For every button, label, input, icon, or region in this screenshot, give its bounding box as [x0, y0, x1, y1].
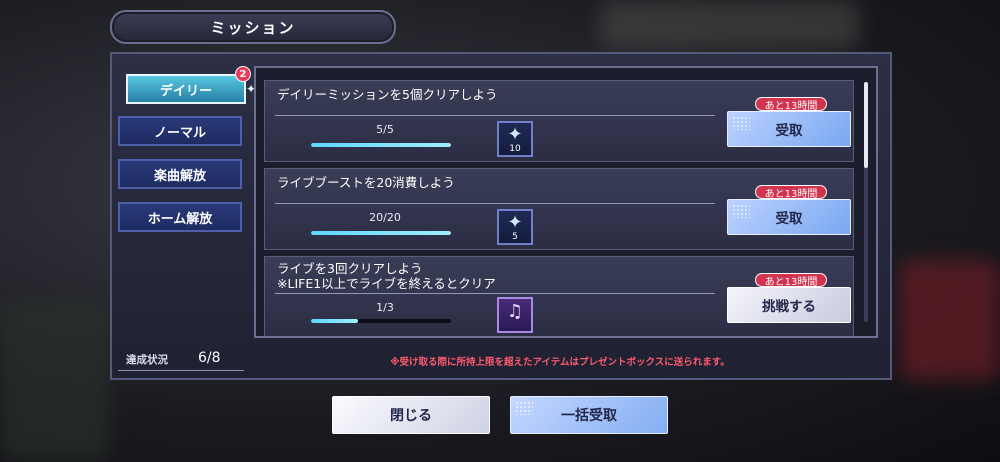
progress-bar — [311, 231, 451, 235]
achievement-status: 達成状況 6/8 — [118, 350, 244, 371]
scrollbar-thumb[interactable] — [864, 82, 868, 168]
decoration — [732, 204, 750, 218]
music-note-icon: ♫ — [506, 301, 524, 322]
time-remaining-badge: あと13時間 — [755, 273, 827, 288]
status-value: 6/8 — [198, 350, 221, 366]
divider — [275, 293, 715, 294]
mission-title: ライブを3回クリアしよう ※LIFE1以上でライブを終えるとクリア — [277, 261, 496, 291]
tab-daily-label: デイリー — [159, 83, 212, 99]
tab-song-unlock-label: 楽曲解放 — [153, 168, 206, 184]
tab-normal-label: ノーマル — [153, 125, 206, 141]
progress-text: 1/3 — [376, 301, 394, 314]
tab-home-unlock-label: ホーム解放 — [147, 211, 213, 227]
notification-badge: 2 — [235, 66, 251, 82]
progress-bar-fill — [311, 231, 451, 235]
progress-bar — [311, 143, 451, 147]
progress-bar — [311, 319, 451, 323]
decoration — [732, 116, 750, 130]
claim-all-button-label: 一括受取 — [561, 408, 617, 424]
reward-item[interactable]: ✦ 5 — [497, 209, 533, 245]
progress-bar-fill — [311, 143, 451, 147]
mission-list[interactable]: デイリーミッションを5個クリアしよう 5/5 ✦ 10 あと13時間 受取 ライ… — [254, 66, 878, 338]
tab-home-unlock[interactable]: ホーム解放 — [118, 202, 242, 232]
reward-count: 5 — [512, 232, 518, 242]
reward-item[interactable]: ✦ 10 — [497, 121, 533, 157]
close-button-label: 閉じる — [390, 408, 432, 424]
divider — [275, 203, 715, 204]
status-label: 達成状況 — [126, 354, 168, 366]
progress-text: 20/20 — [369, 211, 401, 224]
mission-title: ライブブーストを20消費しよう — [277, 175, 455, 190]
challenge-button[interactable]: 挑戦する — [727, 287, 851, 323]
decoration — [337, 401, 355, 415]
screen-title: ミッション — [110, 10, 396, 44]
mission-title: デイリーミッションを5個クリアしよう — [277, 87, 498, 102]
claim-button[interactable]: 受取 — [727, 111, 851, 147]
background-shape — [900, 260, 1000, 380]
progress-bar-fill — [311, 319, 358, 323]
reward-item[interactable]: ♫ — [497, 297, 533, 333]
time-remaining-badge: あと13時間 — [755, 185, 827, 200]
progress-text: 5/5 — [376, 123, 394, 136]
mission-condition-line: ※LIFE1以上でライブを終えるとクリア — [277, 276, 496, 291]
background-shape — [0, 300, 110, 460]
claim-all-button[interactable]: 一括受取 — [510, 396, 668, 434]
notice-text: ※受け取る際に所持上限を超えたアイテムはプレゼントボックスに送られます。 — [390, 357, 730, 368]
time-remaining-badge: あと13時間 — [755, 97, 827, 112]
claim-button[interactable]: 受取 — [727, 199, 851, 235]
tab-normal[interactable]: ノーマル — [118, 116, 242, 146]
divider — [275, 115, 715, 116]
mission-title-line: ライブを3回クリアしよう — [277, 261, 423, 276]
challenge-button-label: 挑戦する — [762, 299, 816, 315]
mission-item: デイリーミッションを5個クリアしよう 5/5 ✦ 10 あと13時間 受取 — [264, 80, 854, 162]
claim-button-label: 受取 — [775, 123, 803, 139]
decoration — [515, 401, 533, 415]
reward-count: 10 — [509, 144, 521, 154]
mission-item: ライブブーストを20消費しよう 20/20 ✦ 5 あと13時間 受取 — [264, 168, 854, 250]
background-shape — [600, 0, 860, 50]
close-button[interactable]: 閉じる — [332, 396, 490, 434]
tab-daily[interactable]: デイリー ✦ — [126, 74, 256, 104]
mission-item: ライブを3回クリアしよう ※LIFE1以上でライブを終えるとクリア 1/3 ♫ … — [264, 256, 854, 336]
tab-song-unlock[interactable]: 楽曲解放 — [118, 159, 242, 189]
claim-button-label: 受取 — [775, 211, 803, 227]
